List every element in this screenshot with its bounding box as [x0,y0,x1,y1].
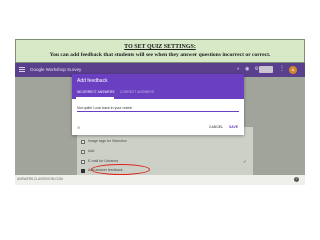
active-tab-indicator [76,97,114,99]
option-label: Add [88,149,95,153]
tab-incorrect-answers[interactable]: INCORRECT ANSWERS [77,90,114,95]
correct-check-icon: ✓ [243,159,247,164]
cancel-button[interactable]: CANCEL [209,125,223,130]
send-button[interactable] [259,66,273,73]
header-actions: ◐ ◉ ⚙ [237,66,259,73]
save-button[interactable]: SAVE [229,125,238,130]
help-icon[interactable]: ? [294,177,299,182]
eye-icon[interactable]: ◉ [245,66,249,73]
instruction-banner: TO SET QUIZ SETTINGS: You can add feedba… [15,39,305,63]
checkbox[interactable] [81,159,85,164]
feedback-icon [81,168,85,173]
dialog-header: Add feedback INCORRECT ANSWERS CORRECT A… [72,74,244,99]
menu-icon[interactable] [19,67,25,72]
link-icon[interactable]: ⊖ [77,125,80,130]
checkbox[interactable] [81,139,85,144]
checkbox[interactable] [81,149,85,154]
footer-text: ANSWERS.CLASSROOM.COM [17,177,63,181]
option-row[interactable]: Add [81,149,94,154]
app-footer: ANSWERS.CLASSROOM.COM ? [15,175,305,185]
highlight-ellipse [91,164,150,175]
more-vert-icon[interactable]: ⋮ [279,65,285,72]
form-title[interactable]: Google Workshop Survey [30,66,81,73]
tab-correct-answers[interactable]: CORRECT ANSWERS [120,90,154,95]
banner-title: TO SET QUIZ SETTINGS: [124,44,196,50]
add-feedback-dialog: Add feedback INCORRECT ANSWERS CORRECT A… [72,74,244,135]
avatar[interactable]: A [289,66,297,74]
banner-body: You can add feedback that students will … [49,52,271,58]
feedback-input[interactable] [77,105,239,112]
option-label: Image tags for Selection [88,139,127,143]
dialog-title: Add feedback [77,78,108,84]
option-row[interactable]: Image tags for Selection [81,139,127,144]
palette-icon[interactable]: ◐ [237,66,240,73]
